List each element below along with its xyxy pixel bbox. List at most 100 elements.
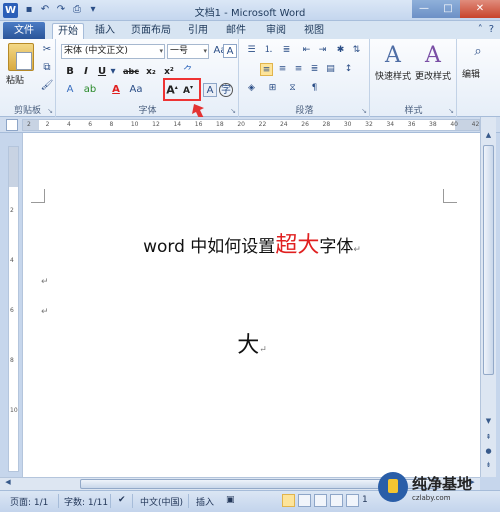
italic-button[interactable]: I <box>79 65 93 79</box>
multilevel-list-icon[interactable]: ≣ <box>280 44 293 57</box>
clipboard-launcher-icon[interactable]: ↘ <box>47 107 53 115</box>
scroll-up-icon[interactable]: ▲ <box>481 131 496 143</box>
help-area: ˄ ? <box>478 24 494 35</box>
proofing-icon[interactable]: ✔ <box>118 495 126 505</box>
tab-mailings[interactable]: 邮件 <box>222 23 250 39</box>
font-launcher-icon[interactable]: ↘ <box>230 107 236 115</box>
previous-page-icon[interactable]: ⇞ <box>481 433 496 445</box>
minimize-icon[interactable]: — <box>412 0 436 18</box>
window-controls: — □ ✕ <box>412 0 500 18</box>
scroll-left-icon[interactable]: ◀ <box>2 478 14 486</box>
insert-mode[interactable]: 插入 <box>196 495 214 508</box>
macro-record-icon[interactable]: ▣ <box>226 495 235 505</box>
decrease-indent-icon[interactable]: ⇤ <box>300 44 313 57</box>
chinese-layout-icon[interactable]: ✱ <box>334 44 347 57</box>
zoom-level[interactable]: 1 <box>362 495 368 505</box>
editing-button[interactable]: 编辑 <box>462 67 480 80</box>
vertical-scrollbar[interactable]: ▲ ▼ ⇞ ● ⇟ <box>480 117 496 477</box>
ruler-tick-label: 22 <box>258 121 267 128</box>
browse-object-icon[interactable]: ● <box>481 447 496 459</box>
phonetic-guide-icon[interactable]: ⺈ <box>181 65 195 79</box>
outline-view-icon[interactable] <box>330 494 343 507</box>
paragraph-launcher-icon[interactable]: ↘ <box>361 107 367 115</box>
clear-formatting-icon[interactable]: A <box>223 44 237 58</box>
align-right-icon[interactable]: ≡ <box>292 63 305 76</box>
font-name-combo[interactable]: 宋体 (中文正文) ▾ <box>61 44 165 59</box>
styles-group-label: 样式 <box>404 106 423 116</box>
language-indicator[interactable]: 中文(中国) <box>140 495 183 508</box>
ruler-tick-label: 20 <box>237 121 245 128</box>
copy-icon[interactable]: ⧉ <box>40 61 54 75</box>
vertical-ruler[interactable]: 2 4 6 8 10 <box>8 146 19 472</box>
bold-button[interactable]: B <box>63 65 77 79</box>
web-layout-view-icon[interactable] <box>314 494 327 507</box>
change-styles-button[interactable]: A 更改样式 <box>415 43 451 82</box>
document-line-big[interactable]: 大↵ <box>23 327 481 359</box>
quick-styles-button[interactable]: A 快速样式 <box>375 43 411 82</box>
vruler-tick: 10 <box>10 407 18 414</box>
document-page[interactable]: word 中如何设置超大字体↵ ↵ ↵ 大↵ <box>22 133 480 477</box>
page-count[interactable]: 页面: 1/1 <box>10 495 48 508</box>
paste-button[interactable]: 粘贴 <box>6 73 24 86</box>
highlight-box <box>163 78 201 101</box>
word-count[interactable]: 字数: 1/11 <box>64 495 108 508</box>
tab-file[interactable]: 文件 <box>3 22 45 39</box>
asian-layout-icon[interactable]: ⧖ <box>286 82 299 95</box>
maximize-icon[interactable]: □ <box>436 0 460 18</box>
bullets-icon[interactable]: ☰ <box>245 44 258 57</box>
tab-selector-icon[interactable] <box>6 119 18 131</box>
full-screen-view-icon[interactable] <box>298 494 311 507</box>
ruler-tick-label: 4 <box>66 121 71 128</box>
text-effects-icon[interactable]: A <box>63 83 77 97</box>
tab-review[interactable]: 审阅 <box>262 23 290 39</box>
borders-icon[interactable]: ⊞ <box>266 82 279 95</box>
close-icon[interactable]: ✕ <box>460 0 500 18</box>
ribbon: 粘贴 ✂ ⧉ 🖌 剪贴板 ↘ 宋体 (中文正文) ▾ 一号 ▾ Aa A B I U… <box>0 39 500 117</box>
tab-view[interactable]: 视图 <box>300 23 328 39</box>
paragraph-group: ☰ ⒈ ≣ ⇤ ⇥ ✱ ⇅ ≡ ≡ ≡ ≣ ▤ ↕ ◈ ⊞ ⧖ ¶ 段落 ↘ <box>240 39 370 117</box>
tab-insert[interactable]: 插入 <box>90 23 120 39</box>
paste-icon[interactable] <box>8 43 34 71</box>
superscript-button[interactable]: x² <box>161 65 177 79</box>
collapse-ribbon-icon[interactable]: ˄ <box>478 24 483 35</box>
vruler-tick: 8 <box>10 357 14 364</box>
font-color-dropdown-icon[interactable]: Aa <box>129 83 143 97</box>
show-hide-marks-icon[interactable]: ¶ <box>308 82 321 95</box>
change-styles-icon: A <box>425 43 441 68</box>
help-icon[interactable]: ? <box>489 24 494 35</box>
tab-home[interactable]: 开始 <box>52 23 84 39</box>
enclose-character-icon[interactable]: 字 <box>219 83 233 97</box>
scroll-down-icon[interactable]: ▼ <box>481 417 496 429</box>
title-bar: W ▪ ↶ ↷ ⎙ ▾ 文档1 - Microsoft Word — □ ✕ <box>0 0 500 21</box>
font-size-combo[interactable]: 一号 ▾ <box>167 44 209 59</box>
line-spacing-icon[interactable]: ↕ <box>342 63 355 76</box>
draft-view-icon[interactable] <box>346 494 359 507</box>
vertical-scroll-thumb[interactable] <box>483 145 494 375</box>
font-color-icon[interactable]: A <box>109 83 123 97</box>
find-icon[interactable]: ⌕ <box>470 45 486 61</box>
cut-icon[interactable]: ✂ <box>40 43 54 57</box>
distributed-icon[interactable]: ▤ <box>324 63 337 76</box>
status-separator <box>58 494 59 508</box>
sort-icon[interactable]: ⇅ <box>350 44 363 57</box>
tab-page-layout[interactable]: 页面布局 <box>128 23 174 39</box>
shading-icon[interactable]: ◈ <box>245 82 258 95</box>
character-shading-icon[interactable]: A <box>203 83 217 97</box>
ruler-tick-label: 10 <box>130 121 139 128</box>
align-center-icon[interactable]: ≡ <box>276 63 289 76</box>
document-line-title[interactable]: word 中如何设置超大字体↵ <box>23 227 481 259</box>
styles-launcher-icon[interactable]: ↘ <box>448 107 454 115</box>
justify-icon[interactable]: ≣ <box>308 63 321 76</box>
tab-references[interactable]: 引用 <box>184 23 212 39</box>
strikethrough-button[interactable]: abc <box>121 65 141 79</box>
format-painter-icon[interactable]: 🖌 <box>40 79 54 93</box>
highlight-color-icon[interactable]: ab <box>83 83 97 97</box>
subscript-button[interactable]: x₂ <box>143 65 159 79</box>
increase-indent-icon[interactable]: ⇥ <box>316 44 329 57</box>
align-left-icon[interactable]: ≡ <box>260 63 273 76</box>
print-layout-view-icon[interactable] <box>282 494 295 507</box>
numbering-icon[interactable]: ⒈ <box>262 44 275 57</box>
underline-button[interactable]: U <box>95 65 109 79</box>
horizontal-ruler[interactable]: 2 2 4 6 8 10 12 14 16 18 20 22 24 26 28 30 32 34 36 38 40 42 <box>22 119 480 131</box>
underline-dropdown-icon[interactable]: ▾ <box>109 65 117 79</box>
